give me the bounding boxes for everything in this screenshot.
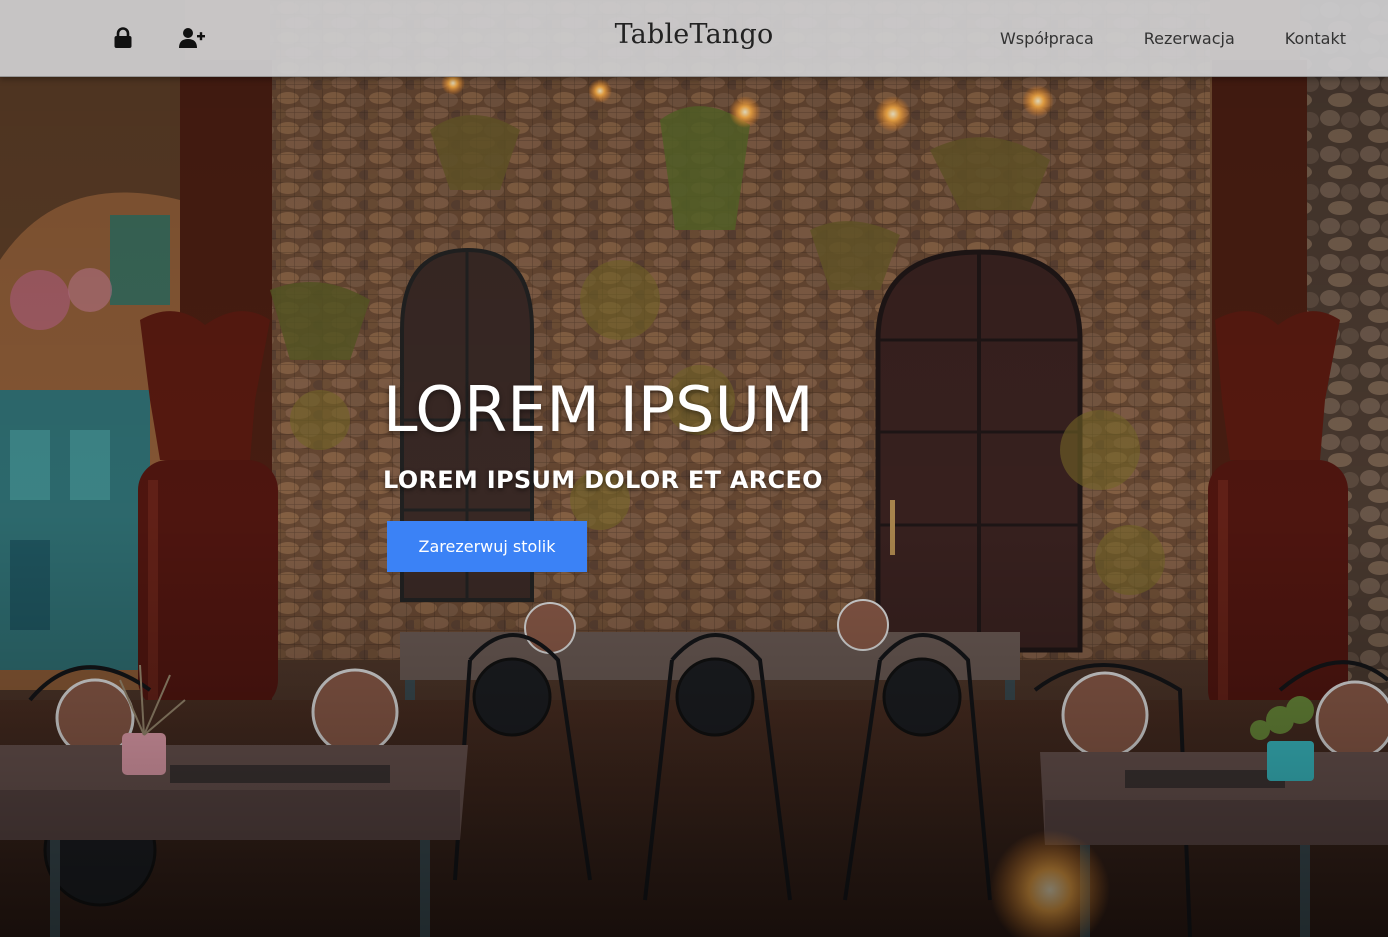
lock-icon[interactable] xyxy=(112,27,134,49)
brand-logo[interactable]: TableTango xyxy=(615,19,774,50)
add-user-icon[interactable] xyxy=(179,27,205,49)
nav-link-kontakt[interactable]: Kontakt xyxy=(1285,29,1346,48)
reserve-table-button[interactable]: Zarezerwuj stolik xyxy=(387,521,587,572)
top-navbar: TableTango Współpraca Rezerwacja Kontakt xyxy=(0,0,1388,77)
hero-subtitle: LOREM IPSUM DOLOR ET ARCEO xyxy=(383,466,823,494)
hero-title: LOREM IPSUM xyxy=(383,373,814,446)
nav-links: Współpraca Rezerwacja Kontakt xyxy=(950,29,1346,48)
nav-link-rezerwacja[interactable]: Rezerwacja xyxy=(1144,29,1235,48)
nav-link-wspolpraca[interactable]: Współpraca xyxy=(1000,29,1094,48)
